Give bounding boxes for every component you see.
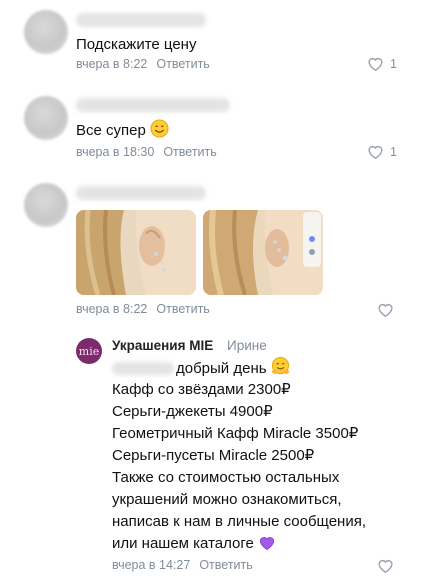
commenter-avatar[interactable] [24,10,68,54]
like-button[interactable]: 1 [367,56,397,71]
heart-outline-icon [367,56,384,71]
reply-line: Геометричный Кафф Miracle 3500₽ [112,425,359,442]
reply-line: или нашем каталоге [112,533,276,557]
reply-button[interactable]: Ответить [156,302,209,316]
commenter-name-hidden[interactable] [76,186,206,200]
heart-outline-icon [367,144,384,159]
reply-line: Кафф со звёздами 2300₽ [112,381,291,398]
like-button[interactable] [377,558,394,573]
comment-text-content: Все супер [76,122,146,139]
commenter-name-hidden[interactable] [76,13,206,27]
purple-heart-emoji-icon [258,534,276,557]
reply-button[interactable]: Ответить [156,57,209,71]
like-button[interactable] [377,302,394,317]
attached-photo[interactable] [203,210,323,295]
like-count: 1 [390,144,397,159]
reply-button[interactable]: Ответить [199,558,252,572]
comment-time: вчера в 18:30 [76,145,155,159]
reply-meta: вчера в 14:27 Ответить [112,558,253,572]
comment-meta: вчера в 18:30 Ответить [76,145,217,159]
comment-meta: вчера в 8:22 Ответить [76,57,210,71]
reply-author[interactable]: Украшения MIE [112,338,213,353]
attached-photo[interactable] [76,210,196,295]
comment-text: Подскажите цену [76,36,197,53]
comment-text: Все супер [76,119,169,144]
reply-line: Также со стоимостью остальных [112,469,340,486]
reply-addressee[interactable]: Ирине [227,338,267,353]
mention-hidden[interactable] [112,362,174,375]
like-count: 1 [390,56,397,71]
heart-outline-icon [377,558,394,573]
reply-line: украшений можно ознакомиться, [112,491,342,508]
reply-line: написав к нам в личные сообщения, [112,513,367,530]
reply-button[interactable]: Ответить [163,145,216,159]
reply-line: Серьги-джекеты 4900₽ [112,403,273,420]
reply-line-text: добрый день [176,360,267,377]
comment-time: вчера в 8:22 [76,57,148,71]
commenter-avatar[interactable] [24,183,68,227]
commenter-avatar[interactable] [24,96,68,140]
brand-avatar[interactable]: mie [76,338,102,364]
comment-meta: вчера в 8:22 Ответить [76,302,210,316]
smile-emoji-icon [150,119,169,144]
reply-line: Серьги-пусеты Miracle 2500₽ [112,447,315,464]
reply-time: вчера в 14:27 [112,558,191,572]
reply-line-text: или нашем каталоге [112,535,254,552]
comment-time: вчера в 8:22 [76,302,148,316]
brand-avatar-text: mie [78,344,100,358]
heart-outline-icon [377,302,394,317]
like-button[interactable]: 1 [367,144,397,159]
commenter-name-hidden[interactable] [76,98,230,112]
